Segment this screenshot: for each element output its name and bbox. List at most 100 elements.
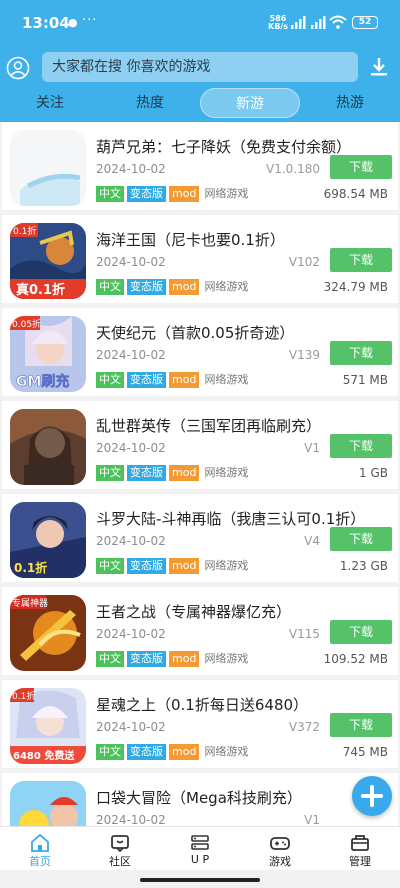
game-version: V1 — [304, 813, 320, 826]
tab-follow[interactable]: 关注 — [10, 88, 90, 118]
tag-bt: 变态版 — [127, 651, 166, 667]
tag-chinese: 中文 — [96, 744, 124, 760]
tab-popularity[interactable]: 热度 — [110, 88, 190, 118]
download-button[interactable]: 下载 — [330, 713, 392, 737]
game-title[interactable]: 海洋王国（尼卡也要0.1折） — [96, 229, 285, 250]
game-icon[interactable]: 0.1折 — [10, 502, 86, 578]
game-card[interactable]: 0.05折 GM刷充 天使纪元（首款0.05折奇迹） 2024-10-02 V1… — [2, 308, 398, 396]
tag-bt: 变态版 — [127, 744, 166, 760]
user-icon[interactable] — [6, 56, 30, 80]
game-icon[interactable]: 专属神器 — [10, 595, 86, 671]
tag-chinese: 中文 — [96, 465, 124, 481]
game-title[interactable]: 星魂之上（0.1折每日送6480） — [96, 694, 308, 715]
game-tags: 中文 变态版 mod 网络游戏 — [96, 279, 253, 295]
tag-mod: mod — [169, 372, 200, 388]
tag-mod: mod — [169, 558, 200, 574]
download-button[interactable]: 下载 — [330, 527, 392, 551]
game-version: V1.0.180 — [265, 162, 320, 176]
download-button[interactable]: 下载 — [330, 620, 392, 644]
game-tags: 中文 变态版 mod 网络游戏 — [96, 651, 253, 667]
game-size: 324.79 MB — [323, 280, 388, 294]
tag-chinese: 中文 — [96, 186, 124, 202]
status-bar: 13:04 ● ··· 586 KB/s 52 — [0, 0, 400, 46]
game-title[interactable]: 乱世群英传（三国军团再临刷充） — [96, 415, 321, 436]
manage-icon — [351, 835, 369, 851]
nav-up[interactable]: U P — [160, 827, 240, 871]
tab-new-games[interactable]: 新游 — [200, 88, 300, 118]
download-button[interactable]: 下载 — [330, 341, 392, 365]
nav-games[interactable]: 游戏 — [240, 827, 320, 871]
tag-network: 网络游戏 — [204, 280, 249, 293]
game-size: 571 MB — [342, 373, 388, 387]
nav-manage[interactable]: 管理 — [320, 827, 400, 871]
game-card[interactable]: 0.1折 斗罗大陆-斗神再临（我唐三认可0.1折） 2024-10-02 V4 … — [2, 494, 398, 582]
tag-network: 网络游戏 — [204, 559, 249, 572]
game-icon[interactable] — [10, 781, 86, 826]
game-version: V4 — [304, 534, 320, 548]
game-card[interactable]: 乱世群英传（三国军团再临刷充） 2024-10-02 V1 下载 中文 变态版 mo… — [2, 401, 398, 489]
tag-chinese: 中文 — [96, 372, 124, 388]
game-title[interactable]: 天使纪元（首款0.05折奇迹） — [96, 322, 294, 343]
game-card[interactable]: 葫芦兄弟：七子降妖（免费支付余额） 2024-10-02 V1.0.180 下载… — [2, 122, 398, 210]
game-tags: 中文 变态版 mod 网络游戏 — [96, 186, 253, 202]
game-version: V102 — [288, 255, 320, 269]
add-fab-button[interactable] — [352, 776, 392, 816]
game-list[interactable]: 葫芦兄弟：七子降妖（免费支付余额） 2024-10-02 V1.0.180 下载… — [0, 122, 400, 826]
tag-network: 网络游戏 — [204, 373, 249, 386]
game-icon[interactable]: 0.05折 GM刷充 — [10, 316, 86, 392]
game-card[interactable]: 0.1折 真0.1折 海洋王国（尼卡也要0.1折） 2024-10-02 V10… — [2, 215, 398, 303]
game-date: 2024-10-02 — [96, 348, 166, 362]
game-card[interactable]: 口袋大冒险（Mega科技刷充） 2024-10-02 V1 — [2, 773, 398, 826]
home-icon — [31, 833, 49, 852]
game-card[interactable]: 专属神器 王者之战（专属神器爆亿充） 2024-10-02 V115 下载 中文… — [2, 587, 398, 675]
game-card[interactable]: 0.1折 6480 免费送 星魂之上（0.1折每日送6480） 2024-10-… — [2, 680, 398, 768]
notification-icon: ● — [68, 16, 78, 29]
tag-mod: mod — [169, 465, 200, 481]
game-title[interactable]: 斗罗大陆-斗神再临（我唐三认可0.1折） — [96, 508, 365, 529]
game-title[interactable]: 葫芦兄弟：七子降妖（免费支付余额） — [96, 136, 351, 157]
game-icon[interactable] — [10, 130, 86, 206]
game-title[interactable]: 王者之战（专属神器爆亿充） — [96, 601, 291, 622]
nav-label: 游戏 — [269, 855, 291, 868]
game-date: 2024-10-02 — [96, 441, 166, 455]
badge-text: 6480 免费送 — [13, 749, 75, 762]
download-button[interactable]: 下载 — [330, 155, 392, 179]
game-version: V115 — [288, 627, 320, 641]
game-version: V139 — [288, 348, 320, 362]
game-icon[interactable]: 0.1折 6480 免费送 — [10, 688, 86, 764]
game-tags: 中文 变态版 mod 网络游戏 — [96, 372, 253, 388]
download-button[interactable]: 下载 — [330, 434, 392, 458]
game-tags: 中文 变态版 mod 网络游戏 — [96, 744, 253, 760]
category-tabs: 关注 热度 新游 热游 — [0, 88, 400, 118]
game-size: 1 GB — [359, 466, 388, 480]
tag-chinese: 中文 — [96, 651, 124, 667]
nav-community[interactable]: 社区 — [80, 827, 160, 871]
game-icon[interactable]: 0.1折 真0.1折 — [10, 223, 86, 299]
download-icon[interactable] — [368, 56, 390, 78]
tag-mod: mod — [169, 279, 200, 295]
game-date: 2024-10-02 — [96, 627, 166, 641]
game-icon[interactable] — [10, 409, 86, 485]
nav-label: 首页 — [29, 855, 51, 868]
download-button[interactable]: 下载 — [330, 248, 392, 272]
community-icon — [111, 835, 129, 853]
tag-bt: 变态版 — [127, 186, 166, 202]
tag-network: 网络游戏 — [204, 187, 249, 200]
badge-corner: 专属神器 — [12, 597, 48, 609]
game-title[interactable]: 口袋大冒险（Mega科技刷充） — [96, 787, 302, 808]
nav-label: 管理 — [349, 855, 371, 868]
network-speed: 586 KB/s — [268, 15, 288, 31]
game-tags: 中文 变态版 mod 网络游戏 — [96, 465, 253, 481]
up-icon — [191, 835, 209, 850]
search-input[interactable]: 大家都在搜 你喜欢的游戏 — [42, 52, 358, 82]
app-header: 13:04 ● ··· 586 KB/s 52 大家都在搜 你喜欢的游戏 关注 … — [0, 0, 400, 122]
home-indicator — [140, 878, 260, 882]
gamepad-icon — [270, 837, 290, 850]
game-date: 2024-10-02 — [96, 720, 166, 734]
tag-bt: 变态版 — [127, 558, 166, 574]
nav-home[interactable]: 首页 — [0, 827, 80, 871]
game-date: 2024-10-02 — [96, 813, 166, 826]
bottom-nav: 首页 社区 U P 游戏 管理 — [0, 826, 400, 870]
tab-hot-games[interactable]: 热游 — [310, 88, 390, 118]
game-version: V1 — [304, 441, 320, 455]
